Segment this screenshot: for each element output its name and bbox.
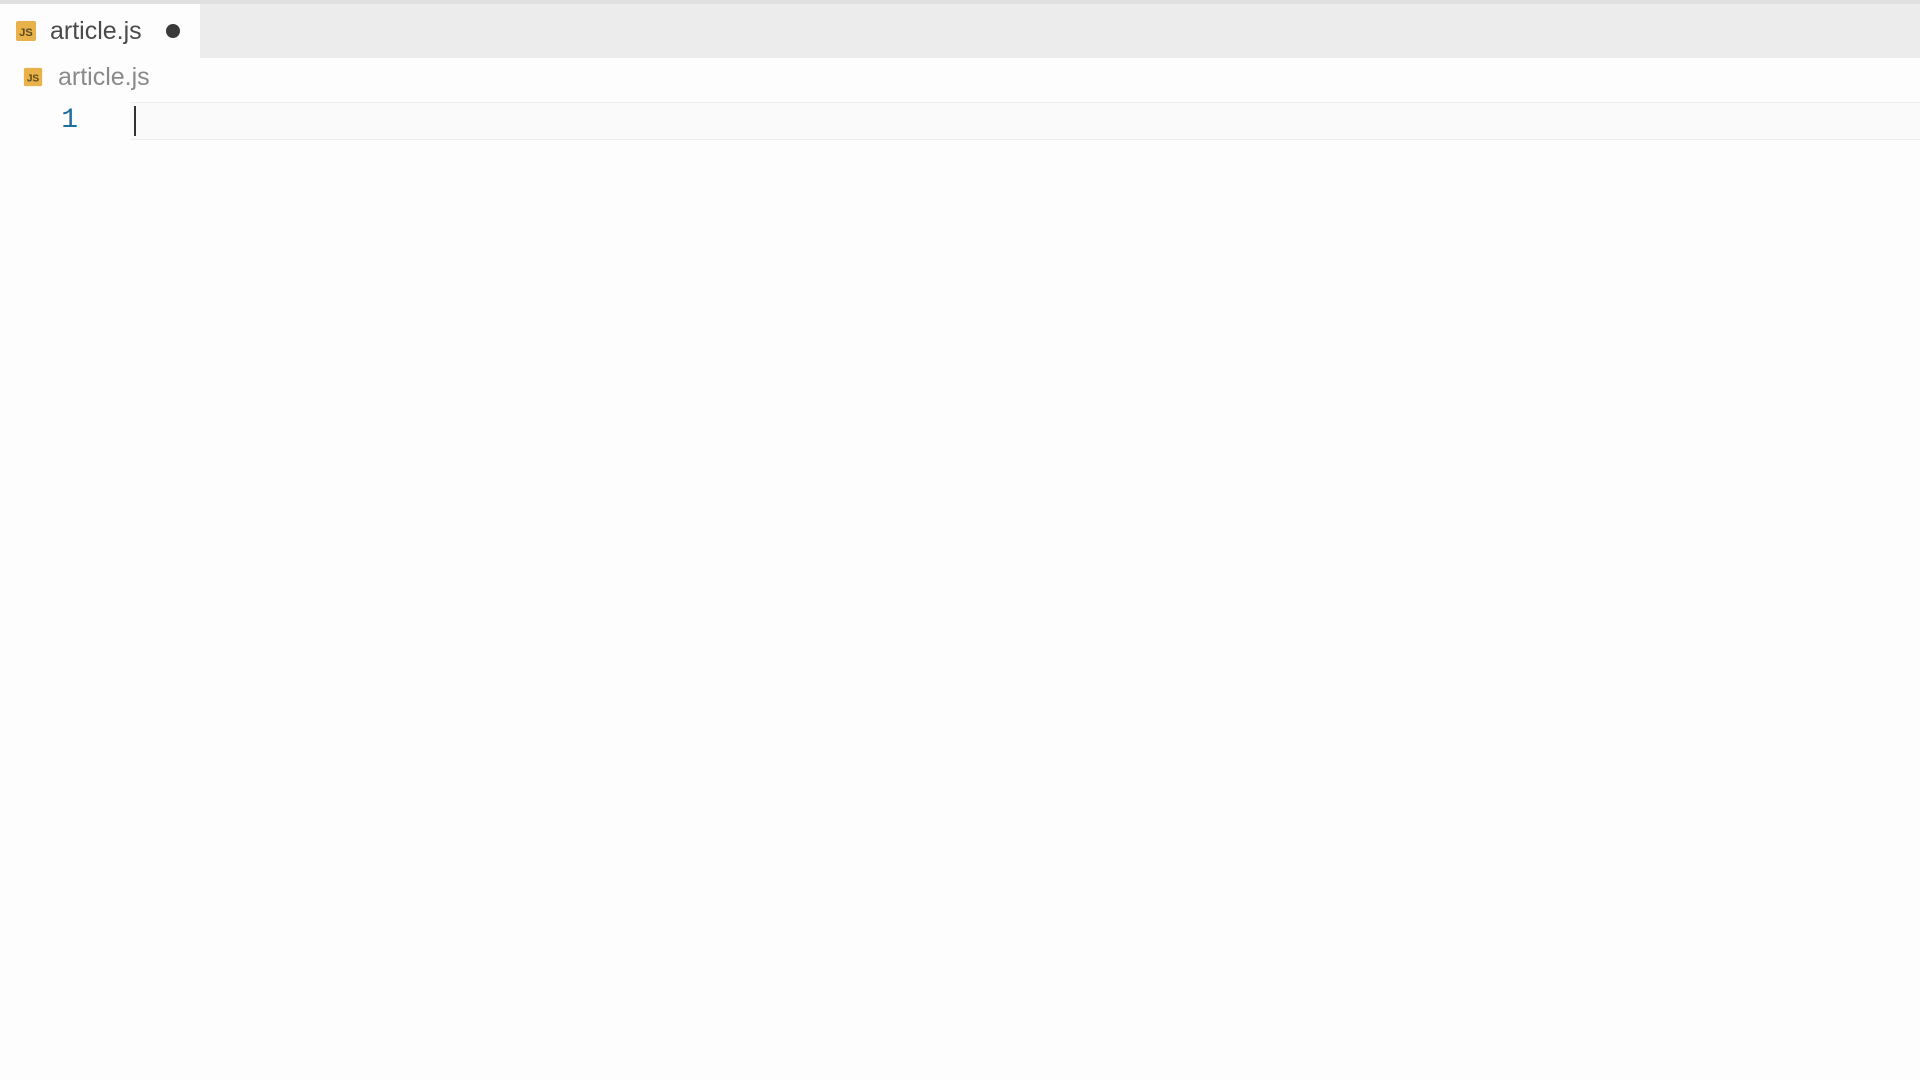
svg-text:JS: JS [19,27,32,39]
current-line-highlight [130,102,1920,140]
line-number-gutter: 1 [0,96,130,1080]
tab-label: article.js [50,17,146,46]
line-number: 1 [0,102,130,140]
svg-text:JS: JS [27,74,40,85]
code-text-area[interactable] [130,96,1920,1080]
unsaved-dot-icon [166,24,180,38]
tab-bar: JS article.js [0,0,1920,58]
editor-area: 1 [0,96,1920,1080]
text-cursor [134,106,136,136]
breadcrumb-filename: article.js [58,63,150,92]
tab-article-js[interactable]: JS article.js [0,4,200,58]
js-file-icon: JS [14,19,38,43]
breadcrumb[interactable]: JS article.js [0,58,1920,96]
js-file-icon: JS [22,66,44,88]
